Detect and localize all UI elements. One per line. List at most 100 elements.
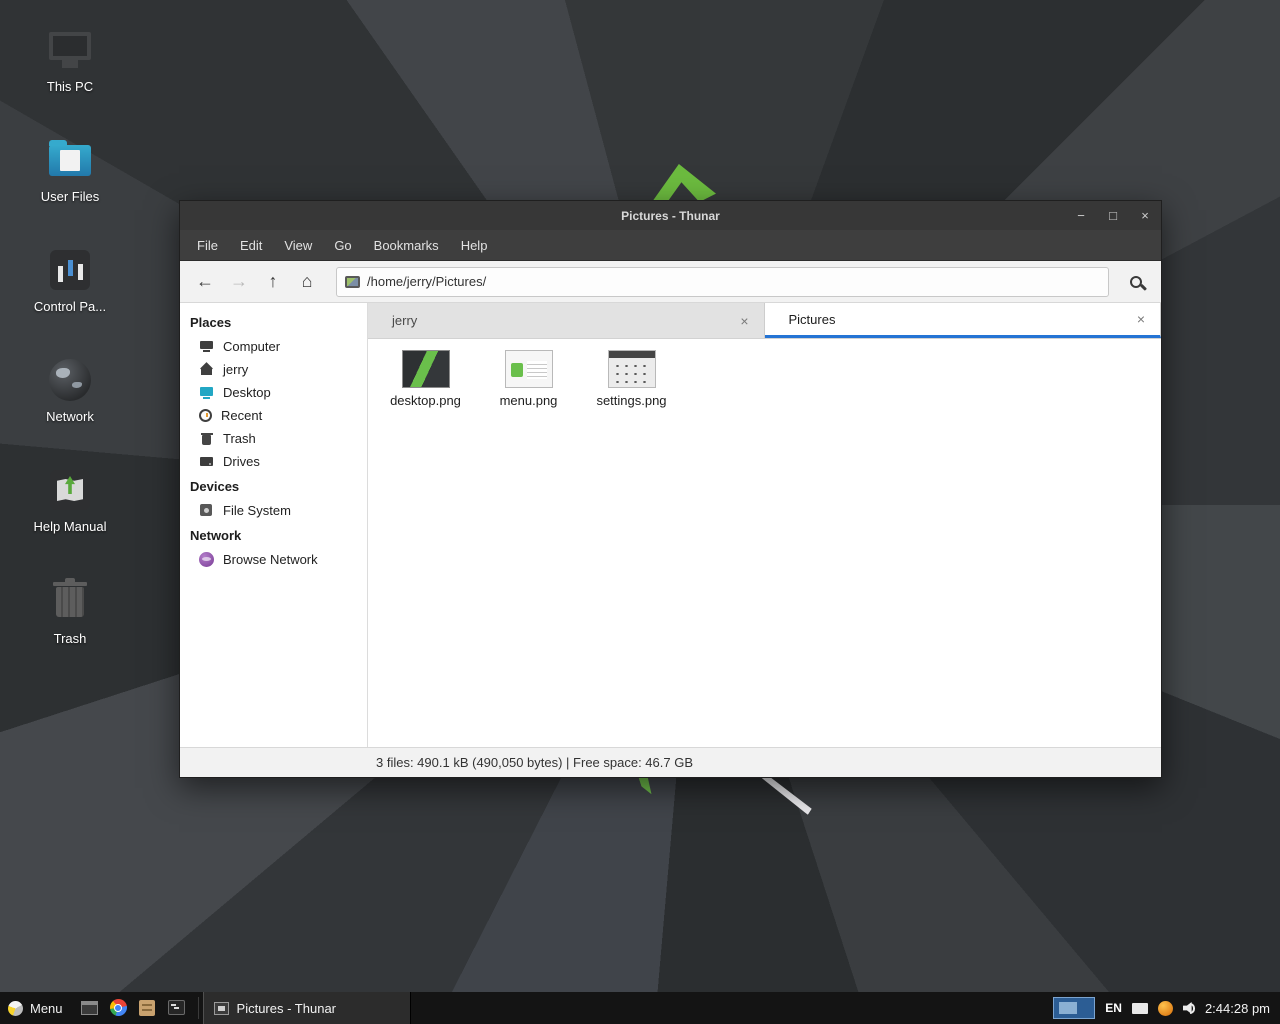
desktop-icon-label: Trash (0, 631, 140, 646)
file-desktop-png[interactable]: desktop.png (378, 350, 473, 408)
sidebar-item-label: Drives (223, 454, 260, 469)
maximize-button[interactable]: □ (1097, 201, 1129, 230)
sidebar-item-computer[interactable]: Computer (180, 335, 367, 358)
start-menu-button[interactable]: Menu (0, 992, 73, 1024)
file-thumbnail (402, 350, 450, 388)
show-desktop-button[interactable] (81, 999, 99, 1017)
start-menu-label: Menu (30, 1001, 63, 1016)
window-controls: − □ × (1065, 201, 1161, 230)
quick-launchers (73, 999, 194, 1017)
tab-close-icon[interactable]: × (1132, 311, 1150, 327)
thunar-window: Pictures - Thunar − □ × File Edit View G… (179, 200, 1162, 778)
desktop-icon-label: User Files (0, 189, 140, 204)
desktop-icon-network[interactable]: Network (0, 356, 140, 424)
search-icon (1130, 276, 1142, 288)
sidebar-item-label: Browse Network (223, 552, 318, 567)
sidebar-header-places: Places (180, 309, 367, 335)
task-label: Pictures - Thunar (237, 1001, 336, 1016)
desktop-icon-label: Help Manual (0, 519, 140, 534)
tab-pictures[interactable]: Pictures × (765, 303, 1162, 338)
file-menu-png[interactable]: menu.png (481, 350, 576, 408)
menu-file[interactable]: File (186, 230, 229, 261)
status-bar: 3 files: 490.1 kB (490,050 bytes) | Free… (180, 747, 1161, 777)
sidebar-item-file-system[interactable]: File System (180, 499, 367, 522)
desktop-icon-help-manual[interactable]: Help Manual (0, 466, 140, 534)
sidebar-item-trash[interactable]: Trash (180, 427, 367, 450)
tab-jerry[interactable]: jerry × (368, 303, 765, 338)
keyboard-layout-icon[interactable] (1132, 1003, 1148, 1014)
minimize-button[interactable]: − (1065, 201, 1097, 230)
desktop-icon-label: This PC (0, 79, 140, 94)
browser-icon (110, 999, 127, 1016)
desktop-icon-user-files[interactable]: User Files (0, 136, 140, 204)
location-image-icon (345, 276, 360, 288)
close-button[interactable]: × (1129, 201, 1161, 230)
thunar-icon (214, 1002, 229, 1015)
back-icon: ← (196, 271, 214, 292)
menu-view[interactable]: View (273, 230, 323, 261)
sidebar-item-recent[interactable]: Recent (180, 404, 367, 427)
sidebar-item-label: jerry (223, 362, 248, 377)
file-view[interactable]: desktop.png menu.png settings.png (368, 339, 1161, 747)
home-button[interactable]: ⌂ (290, 266, 324, 298)
forward-icon: → (230, 271, 248, 292)
sidebar-item-label: Desktop (223, 385, 271, 400)
window-title: Pictures - Thunar (180, 209, 1161, 223)
tab-close-icon[interactable]: × (736, 313, 754, 329)
computer-icon (49, 32, 91, 60)
file-manager-launcher[interactable] (139, 999, 157, 1017)
taskbar-task-thunar[interactable]: Pictures - Thunar (203, 992, 411, 1024)
file-name: menu.png (481, 393, 576, 408)
sidebar-item-label: Recent (221, 408, 262, 423)
update-notifier-icon[interactable] (1158, 1001, 1173, 1016)
menu-help[interactable]: Help (450, 230, 499, 261)
home-icon (199, 362, 214, 377)
desktop-icon-this-pc[interactable]: This PC (0, 26, 140, 94)
file-settings-png[interactable]: settings.png (584, 350, 679, 408)
terminal-launcher[interactable] (168, 999, 186, 1017)
sidebar: Places Computer jerry Desktop Recent (180, 303, 368, 747)
sidebar-item-home-jerry[interactable]: jerry (180, 358, 367, 381)
workspace-pager[interactable] (1053, 997, 1095, 1019)
clock-icon (199, 409, 212, 422)
clock: 2:44:28 pm (1205, 1001, 1270, 1016)
sidebar-item-drives[interactable]: Drives (180, 450, 367, 473)
menu-edit[interactable]: Edit (229, 230, 273, 261)
desktop-icon-control-panel[interactable]: Control Pa... (0, 246, 140, 314)
forward-button[interactable]: → (222, 266, 256, 298)
sidebar-item-browse-network[interactable]: Browse Network (180, 548, 367, 571)
menu-bookmarks[interactable]: Bookmarks (363, 230, 450, 261)
filesystem-icon (199, 503, 214, 518)
tab-bar: jerry × Pictures × (368, 303, 1161, 339)
tab-label: Pictures (789, 312, 836, 327)
taskbar: Menu Pictures - Thunar EN 2:44:28 pm (0, 992, 1280, 1024)
sidebar-item-label: Computer (223, 339, 280, 354)
help-manual-icon (50, 470, 90, 510)
sidebar-header-devices: Devices (180, 473, 367, 499)
path-bar[interactable]: /home/jerry/Pictures/ (336, 267, 1109, 297)
terminal-icon (168, 1000, 185, 1015)
search-button[interactable] (1119, 266, 1153, 298)
file-thumbnail (608, 350, 656, 388)
system-tray: EN 2:44:28 pm (1053, 997, 1280, 1019)
window-titlebar[interactable]: Pictures - Thunar − □ × (180, 201, 1161, 230)
taskbar-separator (198, 997, 199, 1019)
drive-icon (199, 454, 214, 469)
up-button[interactable]: ↑ (256, 266, 290, 298)
tab-label: jerry (392, 313, 417, 328)
volume-button[interactable] (1183, 1002, 1195, 1015)
network-globe-icon (199, 552, 214, 567)
keyboard-language-indicator[interactable]: EN (1105, 1001, 1122, 1015)
menubar: File Edit View Go Bookmarks Help (180, 230, 1161, 261)
back-button[interactable]: ← (188, 266, 222, 298)
trash-icon (199, 431, 214, 446)
computer-icon (199, 339, 214, 354)
window-body: Places Computer jerry Desktop Recent (180, 303, 1161, 777)
sidebar-item-desktop[interactable]: Desktop (180, 381, 367, 404)
browser-launcher[interactable] (110, 999, 128, 1017)
menu-go[interactable]: Go (323, 230, 362, 261)
desktop-icon-label: Control Pa... (0, 299, 140, 314)
status-text: 3 files: 490.1 kB (490,050 bytes) | Free… (376, 755, 693, 770)
sidebar-header-network: Network (180, 522, 367, 548)
desktop-icon-trash[interactable]: Trash (0, 578, 140, 646)
